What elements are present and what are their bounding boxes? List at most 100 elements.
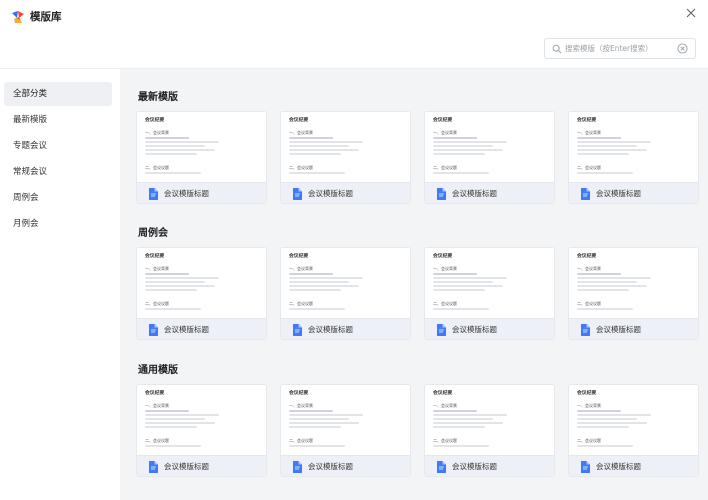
preview-text-line <box>577 414 651 416</box>
preview-text-line <box>289 137 333 139</box>
template-card-footer: 会议模版标题 <box>137 318 266 339</box>
preview-text-line <box>577 153 629 155</box>
template-card[interactable]: 会议纪要 一、会议背景 二、会议议题 会议模版标题 <box>136 247 267 340</box>
template-preview: 会议纪要 一、会议背景 二、会议议题 <box>425 112 554 182</box>
preview-text-line <box>577 149 647 151</box>
sidebar-item-monthly-meeting[interactable]: 月例会 <box>4 212 112 236</box>
preview-text-line <box>577 285 647 287</box>
preview-title: 会议纪要 <box>433 391 453 396</box>
template-preview: 会议纪要 一、会议背景 二、会议议题 <box>137 248 266 318</box>
template-card-label: 会议模版标题 <box>452 325 497 334</box>
template-preview: 会议纪要一、会议背景 二、会议议题 <box>425 385 554 455</box>
sidebar-item-weekly-meeting[interactable]: 周例会 <box>4 186 112 210</box>
sidebar-item-topic-meeting[interactable]: 专题会议 <box>4 134 112 158</box>
preview-text-line <box>289 414 363 416</box>
preview-text-line <box>289 289 341 291</box>
preview-text-line <box>145 426 197 428</box>
document-icon <box>437 461 446 473</box>
preview-title: 会议纪要 <box>577 254 597 259</box>
preview-title: 会议纪要 <box>433 254 453 259</box>
preview-text-line <box>433 410 477 412</box>
preview-text-line <box>577 277 651 279</box>
document-icon <box>581 461 590 473</box>
document-icon <box>437 188 446 200</box>
template-card-footer: 会议模版标题 <box>281 182 410 203</box>
template-card[interactable]: 会议纪要 一、会议背景 二、会议议题会议模版标题 <box>424 111 555 204</box>
preview-title: 会议纪要 <box>289 118 309 123</box>
template-card[interactable]: 会议纪要 一、会议背景 二、会议议题会议模版标题 <box>424 247 555 340</box>
template-card[interactable]: 会议纪要 一、会议背景 二、会议议题 会议模版标题 <box>280 384 411 477</box>
template-card-footer: 会议模版标题 <box>425 318 554 339</box>
preview-text-line <box>433 289 485 291</box>
preview-section-heading: 二、会议议题 <box>289 301 313 306</box>
template-card-footer: 会议模版标题 <box>281 455 410 476</box>
preview-text-line <box>577 273 621 275</box>
preview-text-line <box>433 273 477 275</box>
document-icon <box>293 324 302 336</box>
sidebar-item-latest[interactable]: 最新模版 <box>4 108 112 132</box>
template-card-footer: 会议模版标题 <box>569 318 698 339</box>
template-card-footer: 会议模版标题 <box>281 318 410 339</box>
close-icon[interactable] <box>684 6 698 20</box>
preview-text-line <box>145 410 189 412</box>
preview-text-line <box>433 277 507 279</box>
clear-icon[interactable] <box>677 43 688 54</box>
preview-title: 会议纪要 <box>145 118 165 123</box>
template-card-footer: 会议模版标题 <box>569 455 698 476</box>
preview-section-heading: 一、会议背景 <box>433 403 457 408</box>
search-input[interactable]: 搜索模版（按Enter搜索） <box>544 38 696 59</box>
preview-section-heading: 二、会议议题 <box>577 438 601 443</box>
preview-text-line <box>145 145 205 147</box>
template-card[interactable]: 会议纪要一、会议背景 二、会议议题会议模版标题 <box>424 384 555 477</box>
document-icon <box>581 324 590 336</box>
template-card-label: 会议模版标题 <box>452 462 497 471</box>
preview-section-heading: 一、会议背景 <box>289 130 313 135</box>
template-card-footer: 会议模版标题 <box>425 182 554 203</box>
document-icon <box>149 461 158 473</box>
preview-text-line <box>289 426 341 428</box>
template-card[interactable]: 会议纪要 一、会议背景 二、会议议题 会议模版标题 <box>280 247 411 340</box>
template-card[interactable]: 会议纪要 一、会议背景 二、会议议题会议模版标题 <box>568 247 699 340</box>
template-card[interactable]: 会议纪要 一、会议背景 二、会议议题 会议模版标题 <box>568 384 699 477</box>
preview-text-line <box>145 153 197 155</box>
template-preview: 会议纪要 一、会议背景 二、会议议题 <box>569 112 698 182</box>
preview-title: 会议纪要 <box>289 391 309 396</box>
preview-text-line <box>289 273 333 275</box>
template-card[interactable]: 会议纪要 一、会议背景 二、会议议题 会议模版标题 <box>280 111 411 204</box>
preview-section-heading: 一、会议背景 <box>145 130 169 135</box>
template-card-footer: 会议模版标题 <box>425 455 554 476</box>
document-icon <box>293 461 302 473</box>
preview-text-line <box>289 418 349 420</box>
template-preview: 会议纪要 一、会议背景 二、会议议题 <box>425 248 554 318</box>
preview-text-line <box>577 410 621 412</box>
template-card[interactable]: 会议纪要 一、会议背景 二、会议议题 会议模版标题 <box>136 384 267 477</box>
preview-text-line <box>145 273 189 275</box>
preview-text-line <box>289 281 349 283</box>
template-card-label: 会议模版标题 <box>308 189 353 198</box>
preview-text-line <box>145 308 201 310</box>
preview-text-line <box>577 426 629 428</box>
preview-section-heading: 二、会议议题 <box>289 438 313 443</box>
app-logo-icon <box>12 11 24 23</box>
template-card-footer: 会议模版标题 <box>569 182 698 203</box>
preview-text-line <box>433 137 477 139</box>
preview-text-line <box>145 422 215 424</box>
preview-title: 会议纪要 <box>577 391 597 396</box>
template-card-label: 会议模版标题 <box>596 325 641 334</box>
template-card[interactable]: 会议纪要 一、会议背景 二、会议议题 会议模版标题 <box>136 111 267 204</box>
template-preview: 会议纪要 一、会议背景 二、会议议题 <box>281 112 410 182</box>
preview-text-line <box>145 281 205 283</box>
preview-text-line <box>289 153 341 155</box>
preview-section-heading: 二、会议议题 <box>577 165 601 170</box>
section-title: 周例会 <box>138 228 168 239</box>
sidebar-item-all[interactable]: 全部分类 <box>4 82 112 106</box>
section-title: 最新模版 <box>138 92 178 103</box>
sidebar-item-regular-meeting[interactable]: 常规会议 <box>4 160 112 184</box>
preview-section-heading: 二、会议议题 <box>145 438 169 443</box>
template-preview: 会议纪要 一、会议背景 二、会议议题 <box>569 248 698 318</box>
preview-text-line <box>289 308 345 310</box>
template-card[interactable]: 会议纪要 一、会议背景 二、会议议题 会议模版标题 <box>568 111 699 204</box>
preview-section-heading: 二、会议议题 <box>433 438 457 443</box>
template-card-label: 会议模版标题 <box>452 189 497 198</box>
template-card-label: 会议模版标题 <box>308 462 353 471</box>
